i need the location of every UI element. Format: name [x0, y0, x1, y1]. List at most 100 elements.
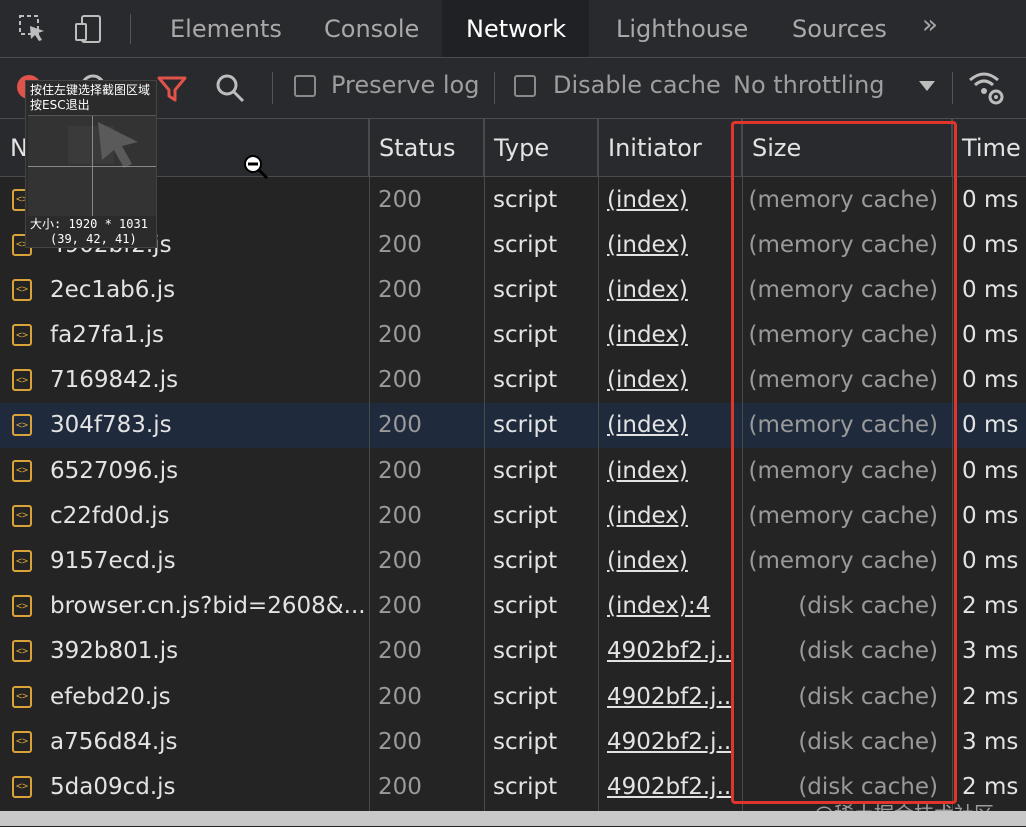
- disable-cache-label[interactable]: Disable cache: [553, 71, 721, 99]
- column-header-type[interactable]: Type: [484, 119, 598, 176]
- tab-sources[interactable]: Sources: [768, 0, 911, 57]
- type-cell: script: [493, 322, 558, 349]
- initiator-link[interactable]: 4902bf2.j...: [607, 764, 732, 809]
- time-cell: 0 ms: [962, 548, 1019, 574]
- capture-size: 大小: 1920 * 1031: [30, 217, 148, 231]
- request-name-cell[interactable]: <> 6527096.js: [12, 448, 368, 493]
- request-name[interactable]: browser.cn.js?bid=2608&...: [50, 593, 366, 619]
- toolbar-divider: [494, 72, 495, 104]
- magnifier-crosshair-vertical: [92, 116, 93, 216]
- request-name[interactable]: 5da09cd.js: [50, 774, 176, 800]
- type-cell: script: [493, 367, 558, 394]
- initiator-link[interactable]: (index): [607, 493, 732, 538]
- tab-lighthouse[interactable]: Lighthouse: [592, 0, 772, 57]
- column-header-time[interactable]: Time: [952, 119, 1026, 176]
- type-cell: script: [493, 773, 558, 800]
- column-divider: [598, 119, 599, 811]
- request-name[interactable]: 2ec1ab6.js: [50, 277, 175, 303]
- capture-info: 大小: 1920 * 1031 (39, 42, 41): [30, 217, 148, 247]
- search-icon[interactable]: [214, 72, 246, 108]
- type-cell: script: [493, 683, 558, 710]
- column-divider: [484, 119, 485, 811]
- type-cell: script: [493, 728, 558, 755]
- initiator-link[interactable]: (index): [607, 177, 732, 222]
- more-tabs-icon[interactable]: »: [922, 10, 938, 40]
- network-conditions-icon[interactable]: [966, 70, 1006, 110]
- screenshot-magnifier-overlay: 按住左键选择截图区域 按ESC退出 大小: 1920 * 1031 (39, 4…: [25, 80, 157, 248]
- request-name[interactable]: 304f783.js: [50, 412, 172, 438]
- initiator-link[interactable]: (index): [607, 358, 732, 403]
- request-name-cell[interactable]: <> fa27fa1.js: [12, 313, 368, 358]
- request-name[interactable]: a756d84.js: [50, 729, 178, 755]
- preserve-log-label[interactable]: Preserve log: [331, 71, 479, 99]
- request-name[interactable]: 7169842.js: [50, 367, 178, 393]
- column-divider: [369, 119, 370, 811]
- script-file-icon: <>: [12, 369, 32, 392]
- bottom-scrollbar[interactable]: [0, 811, 1026, 826]
- initiator-link[interactable]: 4902bf2.j...: [607, 629, 732, 674]
- time-cell: 0 ms: [962, 457, 1019, 484]
- device-toolbar-icon[interactable]: [72, 12, 106, 46]
- preserve-log-checkbox[interactable]: [294, 75, 316, 97]
- dropdown-arrow-icon[interactable]: [918, 78, 936, 97]
- initiator-link[interactable]: (index): [607, 403, 732, 448]
- status-cell: 200: [378, 457, 422, 484]
- request-name[interactable]: 9157ecd.js: [50, 548, 176, 574]
- disable-cache-checkbox[interactable]: [514, 75, 536, 97]
- time-cell: 0 ms: [962, 276, 1019, 303]
- type-cell: script: [493, 638, 558, 665]
- capture-instruction-select: 按住左键选择截图区域: [30, 83, 151, 97]
- initiator-link[interactable]: (index): [607, 313, 732, 358]
- tab-elements[interactable]: Elements: [146, 0, 306, 57]
- request-name-cell[interactable]: <> c22fd0d.js: [12, 493, 368, 538]
- request-name[interactable]: fa27fa1.js: [50, 322, 164, 348]
- initiator-link[interactable]: (index): [607, 539, 732, 584]
- time-cell: 3 ms: [962, 728, 1019, 755]
- request-name-cell[interactable]: <> 2ec1ab6.js: [12, 267, 368, 312]
- type-cell: script: [493, 231, 558, 258]
- status-cell: 200: [378, 186, 422, 213]
- request-name-cell[interactable]: <> 9157ecd.js: [12, 539, 368, 584]
- time-cell: 0 ms: [962, 412, 1019, 439]
- request-name-cell[interactable]: <> browser.cn.js?bid=2608&...: [12, 584, 368, 629]
- capture-instruction-esc: 按ESC退出: [30, 98, 90, 112]
- size-column-highlight: [731, 121, 957, 804]
- type-cell: script: [493, 457, 558, 484]
- request-name-cell[interactable]: <> a756d84.js: [12, 719, 368, 764]
- request-name[interactable]: c22fd0d.js: [50, 503, 170, 529]
- filter-icon[interactable]: [156, 74, 188, 108]
- tab-bar-divider: [130, 14, 131, 44]
- request-name-cell[interactable]: <> 5da09cd.js: [12, 764, 368, 809]
- request-name[interactable]: 6527096.js: [50, 458, 178, 484]
- type-cell: script: [493, 593, 558, 620]
- status-cell: 200: [378, 367, 422, 394]
- request-name-cell[interactable]: <> 304f783.js: [12, 403, 368, 448]
- time-cell: 0 ms: [962, 322, 1019, 349]
- type-cell: script: [493, 412, 558, 439]
- column-header-status[interactable]: Status: [369, 119, 484, 176]
- initiator-link[interactable]: (index): [607, 222, 732, 267]
- time-cell: 2 ms: [962, 593, 1019, 620]
- request-name[interactable]: efebd20.js: [50, 684, 171, 710]
- tab-network[interactable]: Network: [442, 0, 589, 57]
- initiator-link[interactable]: 4902bf2.j...: [607, 674, 732, 719]
- request-name[interactable]: 392b801.js: [50, 638, 178, 664]
- tab-console[interactable]: Console: [300, 0, 443, 57]
- status-cell: 200: [378, 728, 422, 755]
- status-cell: 200: [378, 231, 422, 258]
- status-cell: 200: [378, 502, 422, 529]
- request-name-cell[interactable]: <> 392b801.js: [12, 629, 368, 674]
- request-name-cell[interactable]: <> 7169842.js: [12, 358, 368, 403]
- inspect-element-icon[interactable]: [16, 12, 50, 46]
- initiator-link[interactable]: (index): [607, 267, 732, 312]
- type-cell: script: [493, 548, 558, 574]
- time-cell: 0 ms: [962, 231, 1019, 258]
- toolbar-divider: [272, 72, 273, 104]
- request-name-cell[interactable]: <> efebd20.js: [12, 674, 368, 719]
- initiator-link[interactable]: (index):4: [607, 584, 732, 629]
- initiator-link[interactable]: (index): [607, 448, 732, 493]
- zoom-out-cursor-icon: [243, 154, 269, 184]
- initiator-link[interactable]: 4902bf2.j...: [607, 719, 732, 764]
- throttling-select[interactable]: No throttling: [733, 71, 885, 99]
- column-header-initiator[interactable]: Initiator: [598, 119, 742, 176]
